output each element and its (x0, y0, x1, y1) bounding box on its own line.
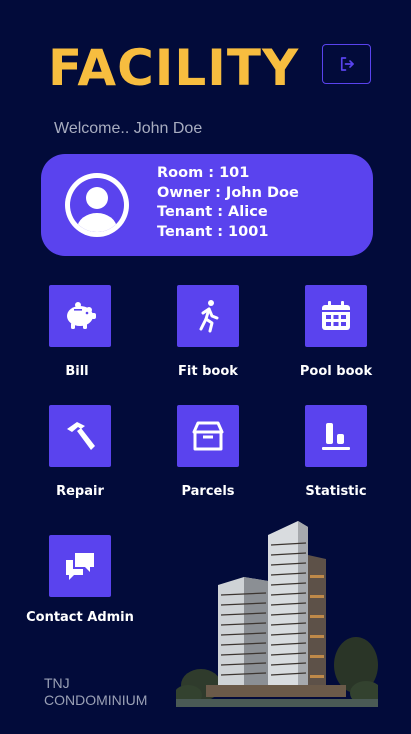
pool-book-button[interactable] (305, 285, 367, 347)
repair-button[interactable] (49, 405, 111, 467)
statistic-label: Statistic (305, 484, 367, 499)
statistic-button[interactable] (305, 405, 367, 467)
footer-line-2: CONDOMINIUM (44, 692, 148, 708)
tenant-room-text: Tenant : 1001 (157, 223, 269, 240)
bar-chart-icon (322, 423, 350, 450)
welcome-text: Welcome.. John Doe (54, 120, 203, 137)
condominium-building-image (176, 515, 378, 707)
tenant-name-text: Tenant : Alice (157, 204, 268, 220)
fit-book-button[interactable] (177, 285, 239, 347)
profile-card: Room : 101 Owner : John Doe Tenant : Ali… (41, 154, 373, 256)
box-icon (192, 421, 224, 451)
pool-book-label: Pool book (299, 364, 373, 379)
piggy-bank-icon (67, 302, 96, 329)
parcels-label: Parcels (181, 484, 235, 499)
fit-book-label: Fit book (178, 364, 238, 379)
room-text: Room : 101 (157, 165, 250, 181)
bill-button[interactable] (49, 285, 111, 347)
owner-text: Owner : John Doe (157, 184, 299, 201)
running-person-icon (199, 300, 219, 333)
app-title: FACILITY (48, 39, 300, 97)
contact-admin-button[interactable] (49, 535, 111, 597)
footer-brand: TNJ CONDOMINIUM (44, 675, 147, 709)
footer-line-1: TNJ (44, 675, 70, 691)
logout-icon (340, 57, 354, 71)
parcels-button[interactable] (177, 405, 239, 467)
calendar-icon (322, 301, 350, 330)
user-avatar-icon (65, 173, 129, 237)
bill-label: Bill (65, 364, 89, 379)
chat-icon (66, 553, 94, 580)
contact-admin-label: Contact Admin (26, 610, 134, 625)
logout-button[interactable] (322, 44, 371, 84)
repair-label: Repair (56, 484, 104, 499)
hammer-icon (67, 422, 95, 450)
